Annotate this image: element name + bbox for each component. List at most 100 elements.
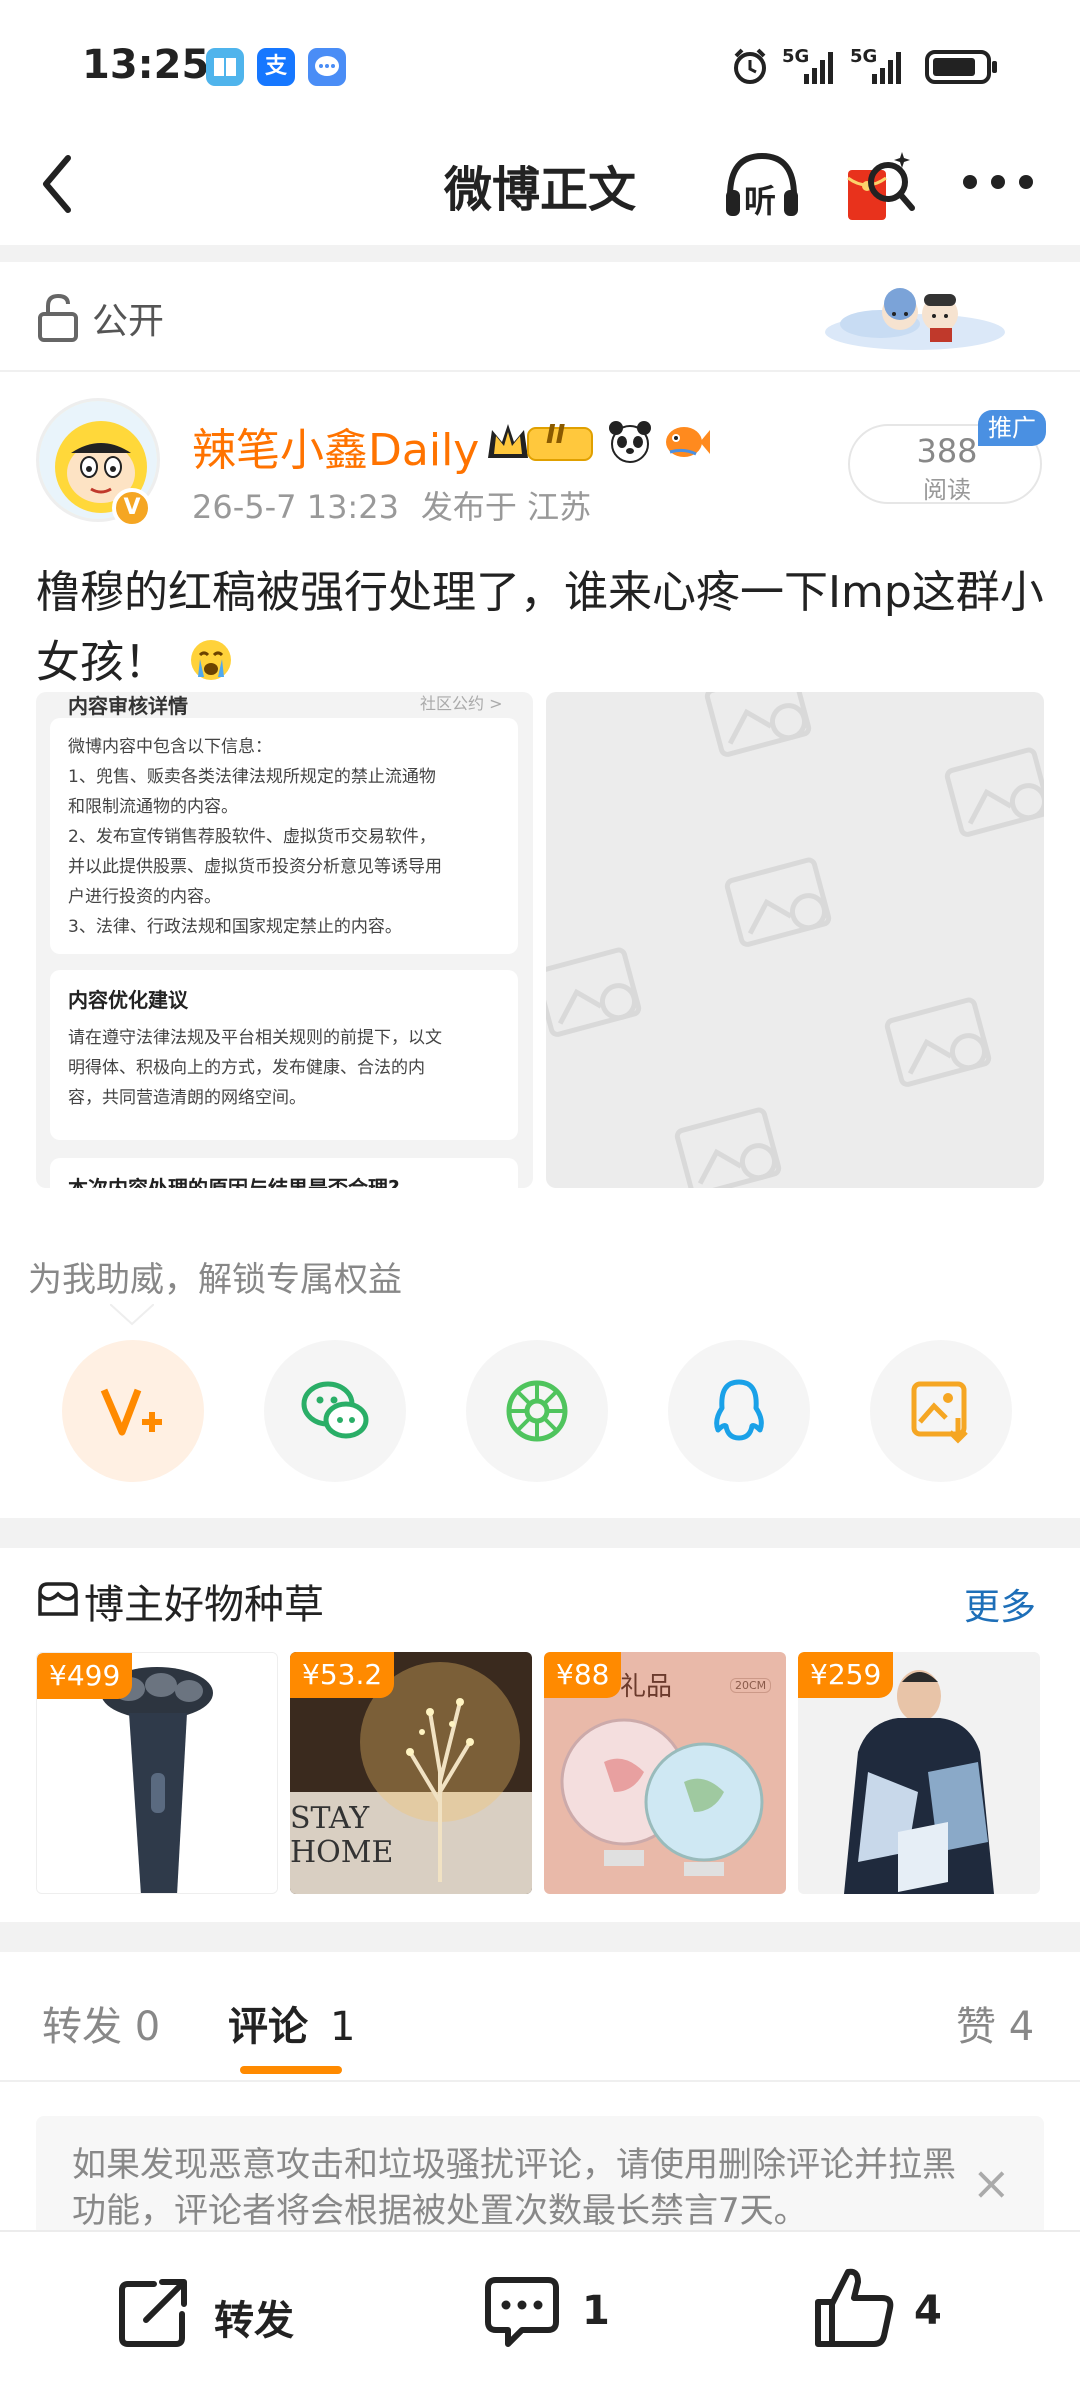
tooltip-pointer bbox=[110, 1304, 154, 1326]
qq-icon bbox=[714, 1379, 764, 1441]
repost-button[interactable]: 转发 bbox=[110, 2262, 340, 2362]
card1-line: 和限制流通物的内容。 bbox=[68, 797, 238, 817]
post-image-2-placeholder[interactable] bbox=[546, 692, 1044, 1188]
tab-comment[interactable]: 评论 1 bbox=[228, 1994, 355, 2052]
card1-line: 3、法律、行政法规和国家规定禁止的内容。 bbox=[68, 917, 402, 937]
visibility-label: 公开 bbox=[92, 301, 165, 342]
card2-title: 内容优化建议 bbox=[68, 988, 188, 1012]
comment-icon bbox=[485, 2277, 559, 2347]
goods-item[interactable]: ¥259 bbox=[798, 1652, 1040, 1894]
card2-line: 明得体、积极向上的方式，发布健康、合法的内 bbox=[68, 1058, 425, 1078]
repost-label: 转发 bbox=[214, 2298, 294, 2344]
image-header-link: 社区公约 > bbox=[420, 694, 503, 713]
vplus-boost-button[interactable] bbox=[62, 1340, 204, 1482]
tab-comment-label: 评论 bbox=[228, 2004, 308, 2050]
signal-icon-1 bbox=[804, 52, 833, 84]
goods-item[interactable]: ¥499 bbox=[36, 1652, 278, 1894]
like-thumb-icon bbox=[815, 2268, 894, 2347]
red-packet-search-icon[interactable] bbox=[846, 148, 916, 224]
author-name[interactable]: 辣笔小鑫Daily bbox=[192, 414, 479, 478]
status-time: 13:25 bbox=[82, 42, 210, 88]
tab-comment-count: 1 bbox=[329, 2004, 356, 2050]
card1-line: 微博内容中包含以下信息： bbox=[68, 737, 272, 757]
share-wechat-button[interactable] bbox=[264, 1340, 406, 1482]
book-icon bbox=[206, 48, 244, 86]
bottom-action-bar: 转发 1 4 bbox=[0, 2230, 1080, 2392]
image-card-3: 本次内容处理的原因与结果是否合理? bbox=[50, 1158, 518, 1188]
visibility-row[interactable]: 公开 bbox=[0, 262, 1080, 372]
promo-tag: 推广 bbox=[978, 410, 1046, 446]
goods-price: ¥499 bbox=[37, 1653, 133, 1699]
more-icon[interactable] bbox=[962, 172, 1034, 192]
goods-section-title: 博主好物种草 bbox=[84, 1582, 324, 1628]
post-image-1[interactable]: 内容审核详情 社区公约 > 微博内容中包含以下信息： 1、兜售、贩卖各类法律法规… bbox=[36, 692, 533, 1188]
goods-more-link[interactable]: 更多 bbox=[964, 1578, 1036, 1630]
alipay-icon: 支 bbox=[257, 48, 295, 86]
listen-button[interactable]: 听 bbox=[720, 146, 804, 226]
section-divider bbox=[0, 245, 1080, 263]
card1-line: 户进行投资的内容。 bbox=[68, 887, 221, 907]
image-placeholder-icon bbox=[546, 692, 1044, 1188]
image-header-text: 内容审核详情 bbox=[68, 694, 188, 718]
boost-hint: 为我助威，解锁专属权益 bbox=[28, 1260, 402, 1300]
share-moments-button[interactable] bbox=[466, 1340, 608, 1482]
image-card-1: 微博内容中包含以下信息： 1、兜售、贩卖各类法律法规所规定的禁止流通物 和限制流… bbox=[50, 718, 518, 954]
goods-item[interactable]: 礼品 20CM ¥88 bbox=[544, 1652, 786, 1894]
image-card-2: 内容优化建议 请在遵守法律法规及平台相关规则的前提下，以文 明得体、积极向上的方… bbox=[50, 970, 518, 1140]
post-date: 26-5-7 13:23 bbox=[192, 488, 399, 526]
section-divider bbox=[0, 1922, 1080, 1952]
tab-repost[interactable]: 转发 0 bbox=[42, 1994, 160, 2052]
wechat-icon bbox=[301, 1381, 369, 1439]
card2-line: 请在遵守法律法规及平台相关规则的前提下，以文 bbox=[68, 1028, 442, 1048]
goods-size-tag: 20CM bbox=[730, 1678, 772, 1693]
card1-line: 1、兜售、贩卖各类法律法规所规定的禁止流通物 bbox=[68, 767, 436, 787]
like-count: 4 bbox=[914, 2288, 942, 2334]
panda-icon bbox=[609, 421, 651, 463]
comment-button[interactable]: 1 bbox=[478, 2262, 638, 2362]
shop-icon bbox=[38, 1582, 78, 1616]
signal-icon-2 bbox=[872, 52, 901, 84]
post-body: 橹穆的红稿被强行处理了，谁来心疼一下Imp这群小女孩！ bbox=[36, 558, 1046, 698]
notice-close-button[interactable]: × bbox=[972, 2156, 1011, 2210]
save-image-icon bbox=[911, 1381, 968, 1444]
goods-overlay-text: 礼品 bbox=[620, 1672, 673, 1702]
active-tab-indicator bbox=[240, 2066, 342, 2074]
goods-item[interactable]: STAY HOME ¥53.2 bbox=[290, 1652, 532, 1894]
vplus-icon bbox=[100, 1388, 162, 1436]
section-divider bbox=[0, 1518, 1080, 1548]
moments-icon bbox=[506, 1380, 568, 1442]
battery-icon bbox=[925, 50, 997, 84]
tabs-divider bbox=[0, 2080, 1080, 2082]
card1-line: 并以此提供股票、虚拟货币投资分析意见等诱导用 bbox=[68, 857, 442, 877]
card2-line: 容，共同营造清朗的网络空间。 bbox=[68, 1088, 306, 1108]
goods-price: ¥259 bbox=[798, 1652, 894, 1698]
share-qq-button[interactable] bbox=[668, 1340, 810, 1482]
fish-icon bbox=[666, 427, 710, 457]
cartoon-decoration bbox=[825, 288, 1005, 350]
read-label: 阅读 bbox=[923, 476, 971, 504]
card3-title: 本次内容处理的原因与结果是否合理? bbox=[68, 1176, 400, 1188]
listen-label: 听 bbox=[744, 182, 777, 220]
page-title: 微博正文 bbox=[443, 162, 636, 218]
notice-text: 如果发现恶意攻击和垃圾骚扰评论，请使用删除评论并拉黑功能，评论者将会根据被处置次… bbox=[72, 2145, 956, 2231]
comment-notice: 如果发现恶意攻击和垃圾骚扰评论，请使用删除评论并拉黑功能，评论者将会根据被处置次… bbox=[36, 2116, 1044, 2236]
message-icon bbox=[308, 48, 346, 86]
nav-bar: 微博正文 听 bbox=[0, 130, 1080, 245]
goods-overlay-text: STAY HOME bbox=[290, 1801, 394, 1870]
crying-emoji-icon bbox=[191, 640, 231, 680]
save-image-button[interactable] bbox=[870, 1340, 1012, 1482]
comment-count: 1 bbox=[582, 2288, 610, 2334]
card1-line: 2、发布宣传销售荐股软件、虚拟货币交易软件， bbox=[68, 827, 436, 847]
level-badge-text: II bbox=[546, 420, 566, 450]
like-button[interactable]: 4 bbox=[812, 2254, 972, 2364]
unlock-icon bbox=[38, 293, 78, 342]
alarm-icon bbox=[734, 48, 766, 84]
verified-v-badge: V bbox=[112, 488, 152, 528]
status-bar: 13:25 支 5G 5G bbox=[0, 0, 1080, 130]
post-location: 发布于 江苏 bbox=[420, 488, 592, 526]
crown-level-badge bbox=[488, 424, 593, 461]
tab-like[interactable]: 赞 4 bbox=[956, 1994, 1034, 2052]
goods-price: ¥88 bbox=[544, 1652, 622, 1698]
goods-price: ¥53.2 bbox=[290, 1652, 395, 1698]
post-meta: 26-5-7 13:23 发布于 江苏 bbox=[192, 482, 591, 528]
